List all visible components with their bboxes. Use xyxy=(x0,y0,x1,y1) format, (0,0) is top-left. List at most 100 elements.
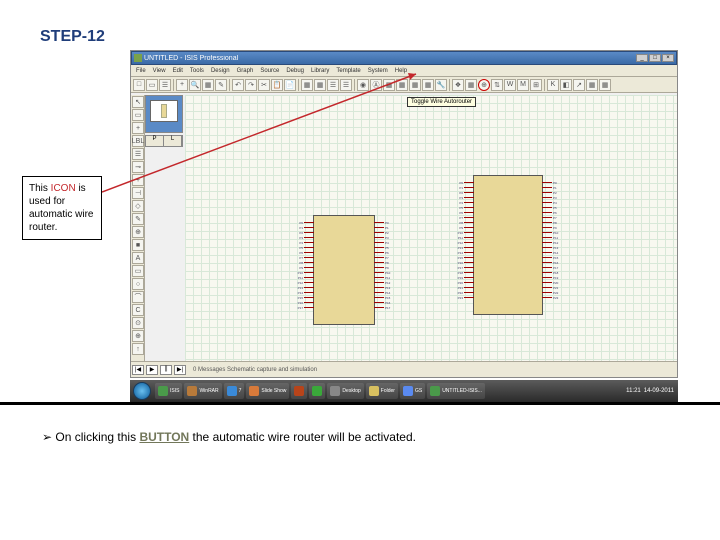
toolbar-button[interactable]: K xyxy=(547,79,559,91)
sim-control-button[interactable]: ▶| xyxy=(174,365,186,375)
devsel-button[interactable]: P xyxy=(146,136,164,146)
toolbar-button[interactable]: 🔧 xyxy=(435,79,447,91)
toolbar-button[interactable]: 📄 xyxy=(284,79,296,91)
autorouter-button[interactable]: ⊕ xyxy=(478,79,490,91)
taskbar-item[interactable] xyxy=(309,383,325,399)
pin-line-icon xyxy=(542,257,552,258)
menu-source[interactable]: Source xyxy=(257,68,282,74)
menu-tools[interactable]: Tools xyxy=(187,68,207,74)
menu-edit[interactable]: Edit xyxy=(170,68,186,74)
component-pin[interactable]: P17 xyxy=(374,305,400,310)
side-tool-button[interactable]: ⊸ xyxy=(132,161,144,173)
toolbar-button[interactable]: ▭ xyxy=(146,79,158,91)
toolbar-button[interactable]: ✎ xyxy=(215,79,227,91)
side-tool-button[interactable]: ⊣ xyxy=(132,187,144,199)
taskbar-item[interactable] xyxy=(291,383,307,399)
toolbar-button[interactable]: ▦ xyxy=(202,79,214,91)
toolbar-button[interactable]: ▦ xyxy=(314,79,326,91)
toolbar-button[interactable]: ❖ xyxy=(452,79,464,91)
side-tool-button[interactable]: ⊙ xyxy=(132,317,144,329)
taskbar-item[interactable]: GS xyxy=(400,383,425,399)
menu-debug[interactable]: Debug xyxy=(283,68,307,74)
side-tool-button[interactable]: ⊕ xyxy=(132,226,144,238)
task-app-icon xyxy=(294,386,304,396)
taskbar-item[interactable]: WinRAR xyxy=(184,383,221,399)
side-tool-button[interactable]: ↑ xyxy=(132,343,144,355)
toolbar-button[interactable]: M xyxy=(517,79,529,91)
sim-control-button[interactable]: || xyxy=(160,365,172,375)
toolbar-button[interactable]: ☰ xyxy=(340,79,352,91)
menu-system[interactable]: System xyxy=(365,68,391,74)
maximize-button[interactable]: □ xyxy=(649,54,661,62)
side-tool-button[interactable]: ◇ xyxy=(132,200,144,212)
taskbar-item[interactable]: Slide Show xyxy=(246,383,289,399)
toolbar-button[interactable]: Ⓐ xyxy=(370,79,382,91)
side-tool-button[interactable]: ⌒ xyxy=(132,291,144,303)
toolbar-button[interactable]: ◉ xyxy=(357,79,369,91)
minimize-button[interactable]: _ xyxy=(636,54,648,62)
taskbar-item[interactable]: ISIS xyxy=(155,383,182,399)
component-ic-right[interactable]: P0P1P2P3P4P5P6P7P8P9P10P11P12P13P14P15P1… xyxy=(473,175,543,315)
side-tool-button[interactable]: ↖ xyxy=(132,96,144,108)
canvas[interactable]: P0P1P2P3P4P5P6P7P8P9P10P11P12P13P14P15P1… xyxy=(185,95,677,361)
toolbar-button[interactable]: ▦ xyxy=(586,79,598,91)
side-tool-button[interactable]: ✎ xyxy=(132,213,144,225)
taskbar-item[interactable]: 7 xyxy=(224,383,245,399)
side-tool-button[interactable]: + xyxy=(132,174,144,186)
toolbar-button[interactable]: 📋 xyxy=(271,79,283,91)
devsel-button[interactable]: L xyxy=(164,136,182,146)
side-tool-button[interactable]: ▭ xyxy=(132,265,144,277)
pin-line-icon xyxy=(542,202,552,203)
toolbar-button[interactable]: ↷ xyxy=(245,79,257,91)
toolbar-button[interactable]: ↗ xyxy=(573,79,585,91)
component-pin[interactable]: P23 xyxy=(542,295,568,300)
toolbar-button[interactable]: ▦ xyxy=(599,79,611,91)
menu-design[interactable]: Design xyxy=(208,68,233,74)
sim-control-button[interactable]: |◀ xyxy=(132,365,144,375)
taskbar-item[interactable]: Desktop xyxy=(327,383,363,399)
toolbar-button[interactable]: ▦ xyxy=(383,79,395,91)
toolbar-button[interactable]: ⊞ xyxy=(530,79,542,91)
toolbar-button[interactable]: ▦ xyxy=(396,79,408,91)
side-tool-button[interactable]: + xyxy=(132,122,144,134)
toolbar-button[interactable]: 🔍 xyxy=(189,79,201,91)
toolbar-button[interactable]: ▦ xyxy=(422,79,434,91)
side-tool-button[interactable]: ▭ xyxy=(132,109,144,121)
toolbar-button[interactable]: □ xyxy=(133,79,145,91)
toolbar-button[interactable]: W xyxy=(504,79,516,91)
component-ic-left[interactable]: P0P1P2P3P4P5P6P7P8P9P10P11P12P13P14P15P1… xyxy=(313,215,375,325)
component-pin[interactable]: P23 xyxy=(448,295,474,300)
menu-library[interactable]: Library xyxy=(308,68,332,74)
toolbar-button[interactable]: + xyxy=(176,79,188,91)
side-tool-button[interactable]: ○ xyxy=(132,278,144,290)
sim-control-button[interactable]: ▶ xyxy=(146,365,158,375)
toolbar-button[interactable]: ▦ xyxy=(301,79,313,91)
side-tool-button[interactable]: C xyxy=(132,304,144,316)
component-pin[interactable]: P17 xyxy=(288,305,314,310)
pin-line-icon xyxy=(374,282,384,283)
toolbar-button[interactable]: ◧ xyxy=(560,79,572,91)
side-tool-button[interactable]: ☰ xyxy=(132,148,144,160)
side-tool-button[interactable]: A xyxy=(132,252,144,264)
toolbar-button[interactable]: ☰ xyxy=(327,79,339,91)
side-tool-button[interactable]: LBL xyxy=(132,135,144,147)
close-button[interactable]: × xyxy=(662,54,674,62)
menu-file[interactable]: File xyxy=(133,68,149,74)
pin-line-icon xyxy=(374,252,384,253)
side-tool-button[interactable]: ⊕ xyxy=(132,330,144,342)
side-tool-button[interactable]: ■ xyxy=(132,239,144,251)
toolbar-button[interactable]: ✂ xyxy=(258,79,270,91)
start-button[interactable] xyxy=(133,382,151,400)
taskbar-item[interactable]: Folder xyxy=(366,383,398,399)
menu-view[interactable]: View xyxy=(150,68,169,74)
menu-template[interactable]: Template xyxy=(333,68,363,74)
toolbar-button[interactable]: ⇅ xyxy=(491,79,503,91)
menu-graph[interactable]: Graph xyxy=(234,68,257,74)
toolbar-button[interactable]: ▦ xyxy=(409,79,421,91)
toolbar-button[interactable]: ▦ xyxy=(465,79,477,91)
toolbar-button[interactable]: ↶ xyxy=(232,79,244,91)
menu-help[interactable]: Help xyxy=(392,68,410,74)
taskbar-item[interactable]: UNTITLED-ISIS... xyxy=(427,383,485,399)
toolbar-button[interactable]: ☰ xyxy=(159,79,171,91)
system-tray[interactable]: 11:21 14-09-2011 xyxy=(622,388,678,394)
